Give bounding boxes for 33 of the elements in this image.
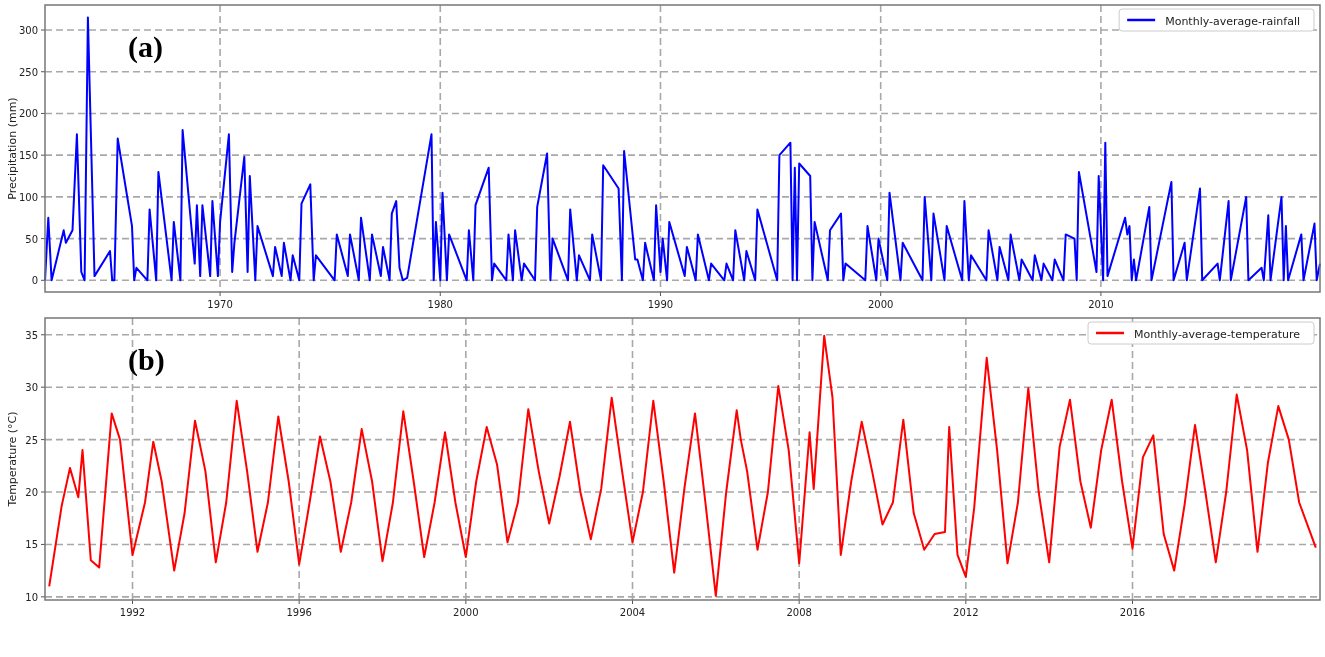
tick-label: 50 [25,233,38,245]
tick-label: 1980 [427,299,453,310]
tick-label: 250 [18,66,38,78]
tick-label: 1996 [286,607,312,618]
tick-label: 2016 [1119,607,1146,618]
panel-label: (b) [128,343,165,376]
tick-label: 0 [31,275,38,287]
tick-label: 10 [25,591,38,603]
tick-label: 2012 [953,607,979,618]
axis-label: Precipitation (mm) [6,97,19,200]
tick-label: 300 [18,25,38,37]
tick-label: 1992 [119,607,146,618]
tick-label: 35 [25,329,38,341]
tick-label: 200 [18,108,38,120]
tick-label: 2010 [1088,299,1114,310]
legend: Monthly-average-rainfall [1118,8,1315,32]
legend-label: Monthly-average-rainfall [1165,15,1300,28]
tick-label: 1990 [647,299,674,310]
tick-label: 2008 [786,607,812,618]
tick-label: 1970 [207,299,233,310]
tick-label: 25 [25,434,38,446]
tick-label: 20 [25,487,38,498]
tick-label: 2000 [453,607,479,618]
panel-label: (a) [128,30,163,63]
tick-label: 150 [18,150,38,162]
legend: Monthly-average-temperature [1087,321,1315,345]
tick-label: 15 [25,539,38,551]
tick-label: 2004 [619,607,646,618]
axis-label: Temperature (°C) [6,411,19,507]
tick-label: 2000 [867,299,894,310]
legend-label: Monthly-average-temperature [1134,328,1301,341]
tick-label: 100 [18,191,38,203]
tick-label: 30 [25,382,38,394]
